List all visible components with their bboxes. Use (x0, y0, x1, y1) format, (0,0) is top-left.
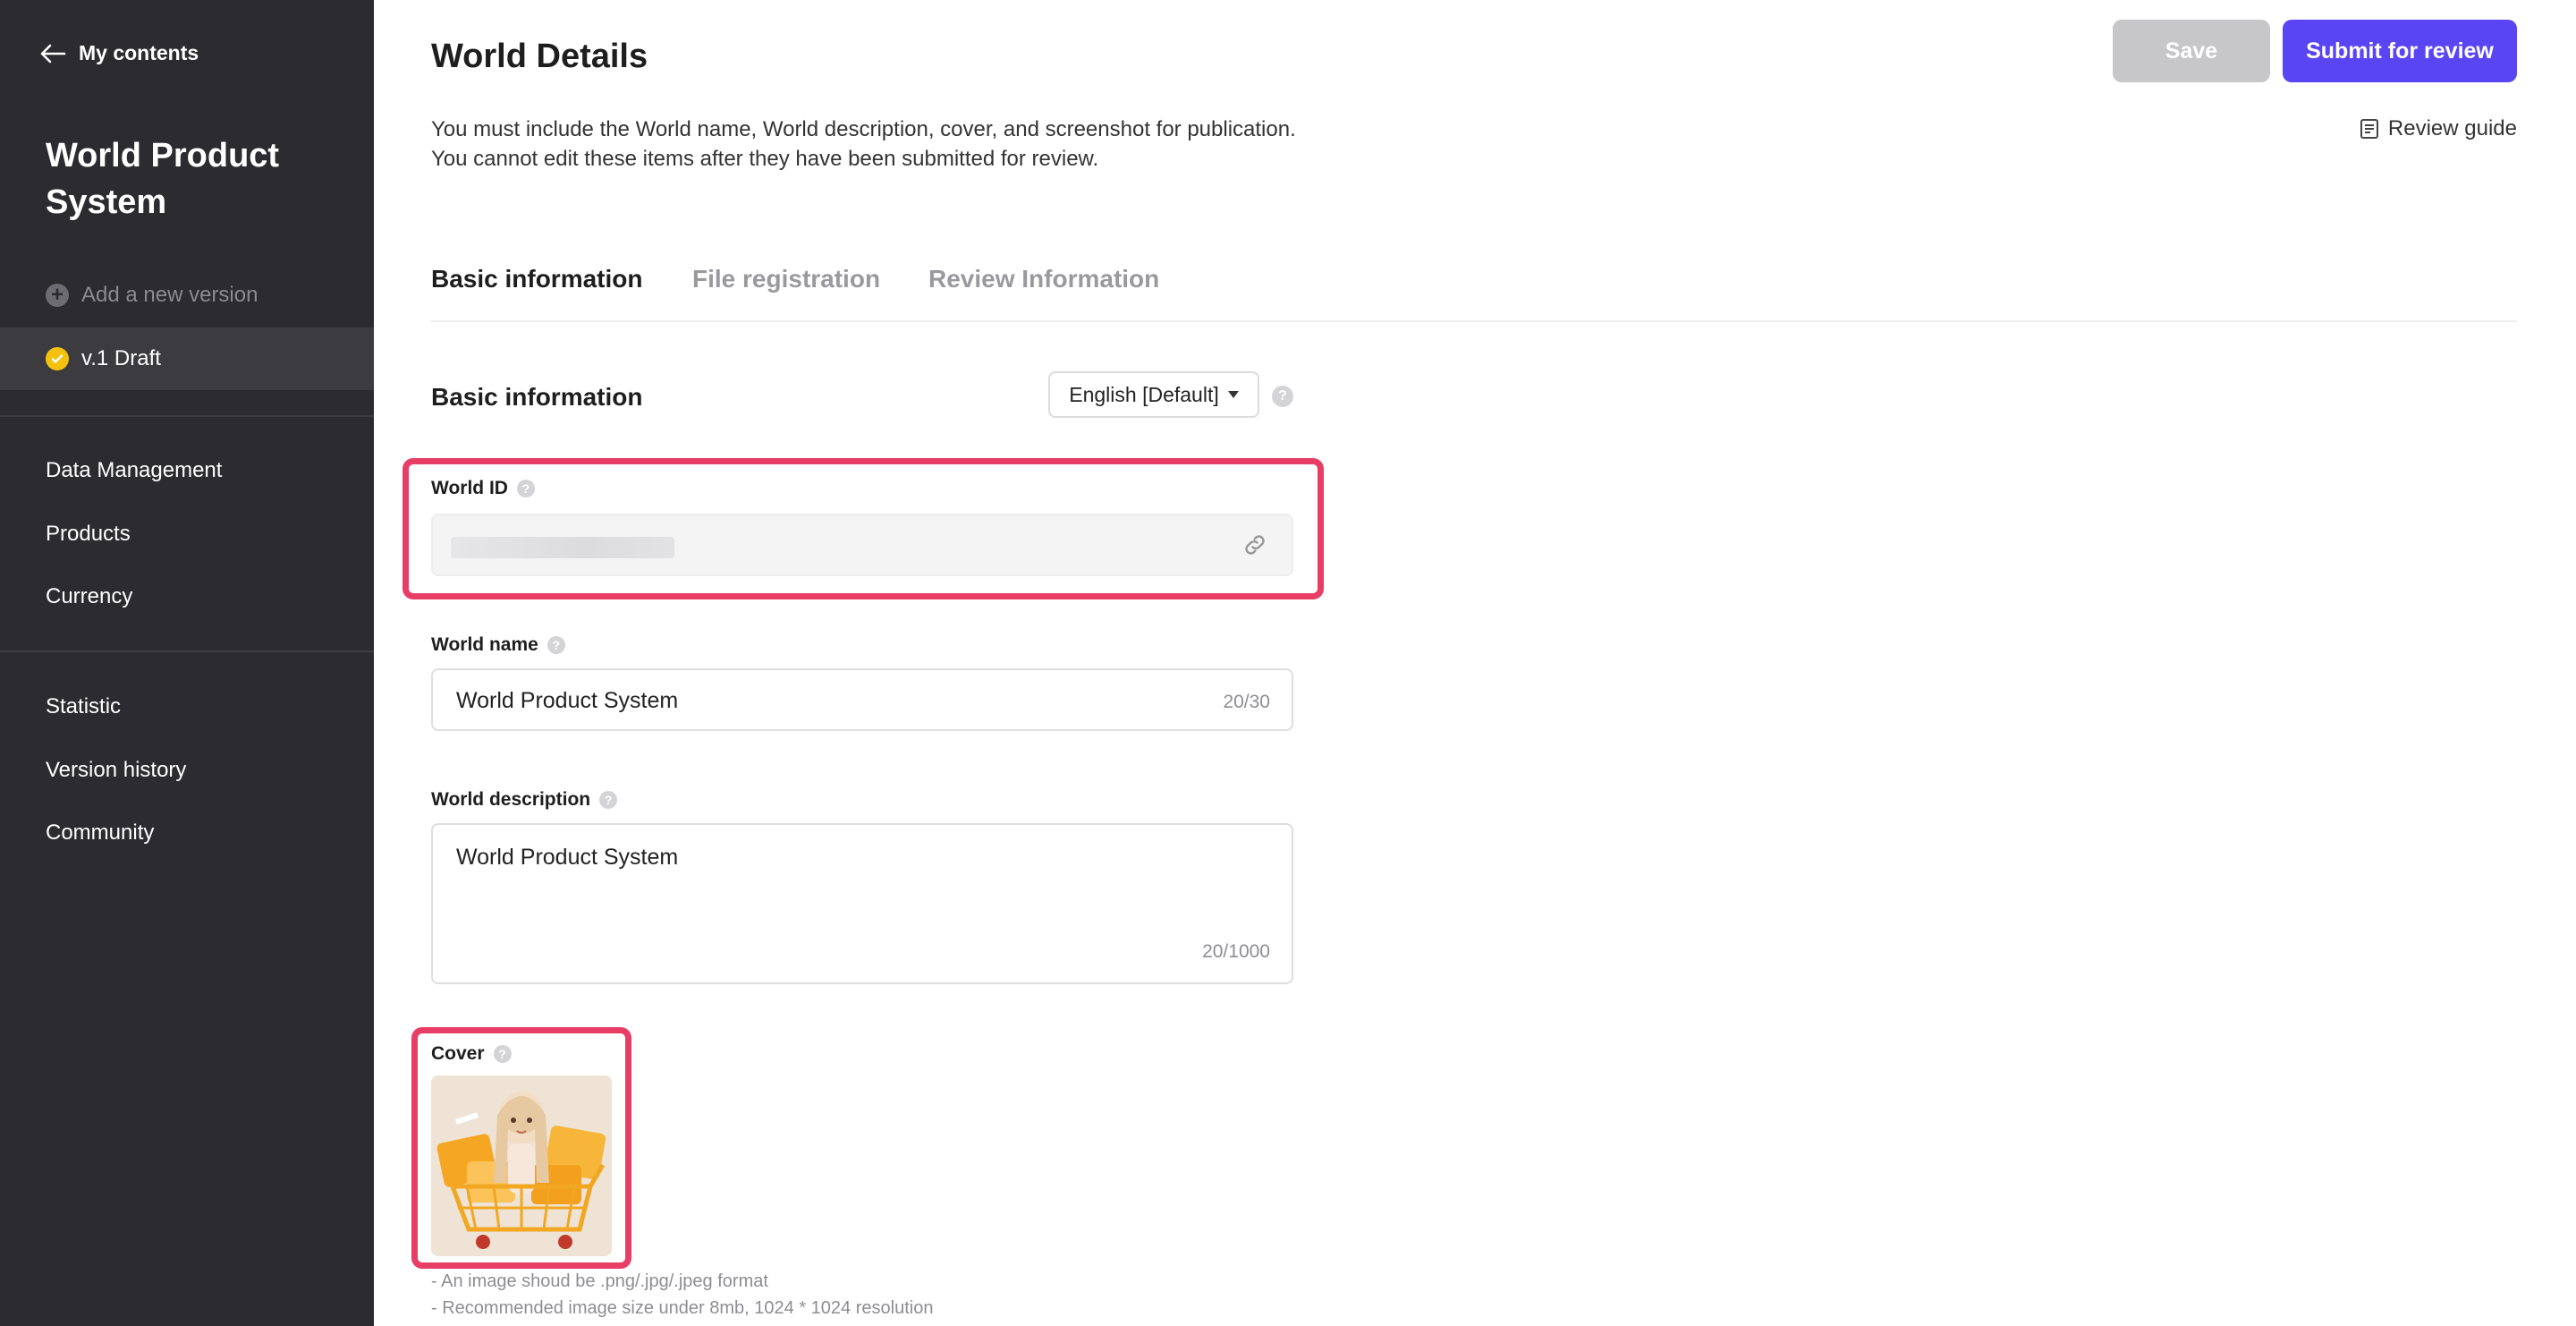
world-name-value: World Product System (456, 688, 679, 713)
question-icon[interactable]: ? (1272, 386, 1293, 407)
submit-for-review-button[interactable]: Submit for review (2283, 20, 2517, 82)
cover-image[interactable] (431, 1075, 612, 1256)
world-id-field[interactable] (431, 514, 1293, 576)
nav-products[interactable]: Products (46, 522, 131, 547)
world-description-label-text: World description (431, 789, 591, 810)
world-name-label-text: World name (431, 634, 538, 655)
tab-review-information[interactable]: Review Information (928, 265, 1159, 293)
main-content: World Details Save Submit for review You… (374, 0, 2576, 1326)
question-icon[interactable]: ? (493, 1045, 512, 1063)
nav-data-management[interactable]: Data Management (46, 458, 222, 483)
publication-notice: You must include the World name, World d… (431, 115, 1296, 174)
cover-label-text: Cover (431, 1043, 485, 1064)
project-title: World Product System (46, 137, 280, 221)
world-name-counter: 20/30 (1223, 692, 1270, 712)
nav-statistic[interactable]: Statistic (46, 694, 121, 719)
cover-format-note: - An image shoud be .png/.jpg/.jpeg form… (431, 1271, 768, 1291)
sidebar-divider (0, 650, 374, 652)
world-description-label: World description ? (431, 789, 618, 811)
review-guide-label: Review guide (2387, 116, 2517, 140)
link-icon[interactable] (1241, 531, 1268, 558)
back-to-contents-link[interactable]: My contents (39, 41, 199, 65)
language-select[interactable]: English [Default] (1048, 371, 1259, 418)
question-icon[interactable]: ? (516, 480, 535, 497)
page-title: World Details (431, 38, 648, 75)
question-icon[interactable]: ? (599, 791, 618, 809)
review-guide-link[interactable]: Review guide (2360, 116, 2517, 141)
tab-file-registration[interactable]: File registration (692, 265, 880, 293)
back-link-label: My contents (79, 41, 199, 64)
notice-line: You cannot edit these items after they h… (431, 147, 1099, 171)
nav-version-history[interactable]: Version history (46, 758, 186, 783)
plus-circle-icon: + (46, 284, 69, 307)
add-version-label: Add a new version (81, 283, 258, 307)
world-name-label: World name ? (431, 634, 565, 656)
document-icon (2360, 119, 2378, 139)
version-label: v.1 Draft (81, 346, 161, 370)
add-version-button[interactable]: + Add a new version (46, 283, 258, 308)
question-icon[interactable]: ? (547, 636, 565, 654)
sidebar: My contents World Product System + Add a… (0, 0, 374, 1326)
nav-currency[interactable]: Currency (46, 584, 132, 609)
world-id-redacted-value (451, 537, 674, 558)
tab-bar: Basic information File registration Revi… (431, 265, 2517, 322)
notice-line: You must include the World name, World d… (431, 117, 1296, 141)
world-description-counter: 20/1000 (1202, 941, 1270, 962)
sidebar-divider (0, 415, 374, 417)
check-circle-icon (46, 347, 69, 370)
world-name-input[interactable]: World Product System 20/30 (431, 668, 1293, 731)
nav-community[interactable]: Community (46, 820, 154, 846)
cover-label: Cover ? (431, 1043, 512, 1065)
caret-down-icon (1227, 391, 1239, 398)
world-id-label-text: World ID (431, 478, 508, 498)
version-item-v1-draft[interactable]: v.1 Draft (0, 327, 374, 390)
arrow-left-icon (40, 44, 66, 63)
language-select-value: English [Default] (1069, 382, 1219, 406)
world-id-label: World ID ? (431, 478, 535, 499)
tab-basic-information[interactable]: Basic information (431, 265, 642, 293)
world-description-value: World Product System (456, 845, 679, 870)
save-button[interactable]: Save (2113, 20, 2270, 82)
section-title: Basic information (431, 383, 643, 411)
cover-size-note: - Recommended image size under 8mb, 1024… (431, 1298, 934, 1318)
world-description-textarea[interactable]: World Product System 20/1000 (431, 823, 1293, 984)
cover-illustration (431, 1075, 612, 1256)
